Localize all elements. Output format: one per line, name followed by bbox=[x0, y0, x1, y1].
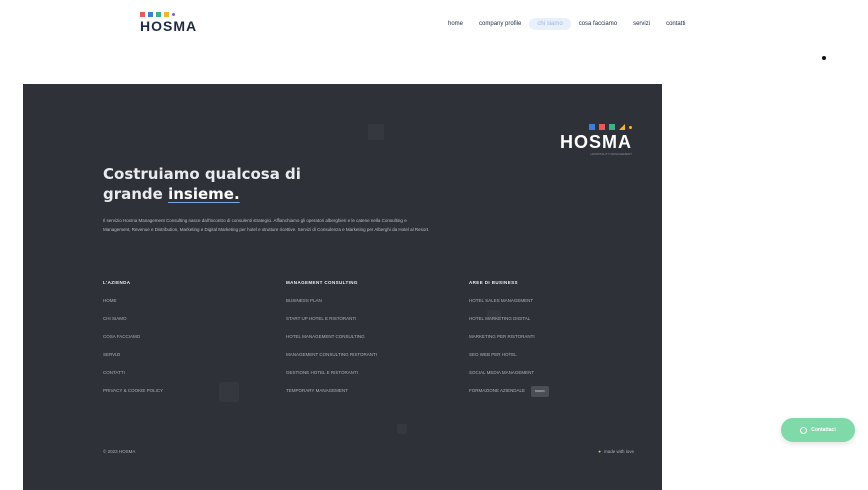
chat-button-label: Contattaci bbox=[811, 427, 836, 433]
footer-link[interactable]: SERVIZI bbox=[103, 350, 283, 368]
footer-link[interactable]: HOTEL SALES MANAGEMENT bbox=[469, 296, 649, 314]
made-with-label: made with love bbox=[603, 449, 634, 454]
logo-wordmark: HOSMA bbox=[140, 18, 198, 34]
footer-link[interactable]: PRIVACY & COOKIE POLICY bbox=[103, 386, 283, 404]
decorative-square bbox=[368, 124, 384, 140]
footer-link[interactable]: MARKETING PER RISTORANTI bbox=[469, 332, 649, 350]
footer-column-management: MANAGEMENT CONSULTING BUSINESS PLAN STAR… bbox=[286, 280, 466, 404]
footer-logo-dots bbox=[557, 122, 632, 132]
chat-bubble-icon bbox=[800, 426, 808, 434]
footer-logo-tagline: HOSPITALITY MANAGEMENT bbox=[590, 152, 632, 156]
logo-dots bbox=[140, 10, 200, 18]
new-badge: nuovo bbox=[531, 386, 549, 397]
footer-link[interactable]: COSA FACCIAMO bbox=[103, 332, 283, 350]
nav-item-contatti[interactable]: contatti bbox=[658, 18, 693, 30]
column-title: AREE DI BUSINESS bbox=[469, 280, 518, 285]
nav-item-company-profile[interactable]: company profile bbox=[471, 18, 529, 30]
footer-link[interactable]: CHI SIAMO bbox=[103, 314, 283, 332]
headline-line-2: grande insieme. bbox=[103, 184, 301, 204]
footer-link[interactable]: FORMAZIONE AZIENDALE nuovo bbox=[469, 386, 649, 404]
footer-link-label: FORMAZIONE AZIENDALE bbox=[469, 388, 526, 393]
menu-dot-icon[interactable] bbox=[822, 56, 826, 60]
site-logo[interactable]: HOSMA bbox=[140, 10, 200, 38]
headline-line-1: Costruiamo qualcosa di bbox=[103, 165, 301, 183]
footer-headline: Costruiamo qualcosa di grande insieme. bbox=[103, 164, 301, 204]
headline-emphasis: insieme. bbox=[168, 185, 240, 203]
site-footer: HOSMA HOSPITALITY MANAGEMENT Costruiamo … bbox=[23, 84, 662, 490]
footer-link[interactable]: HOTEL MANAGEMENT CONSULTING bbox=[286, 332, 466, 350]
nav-item-servizi[interactable]: servizi bbox=[625, 18, 658, 30]
column-title: MANAGEMENT CONSULTING bbox=[286, 280, 358, 285]
site-header: HOSMA home company profile chi siamo cos… bbox=[0, 0, 868, 50]
footer-description: Il servizio Hosma Management Consulting … bbox=[103, 218, 430, 232]
main-nav: home company profile chi siamo cosa facc… bbox=[440, 18, 693, 30]
footer-link[interactable]: GESTIONE HOTEL E RISTORANTI bbox=[286, 368, 466, 386]
footer-link[interactable]: CONTATTI bbox=[103, 368, 283, 386]
copyright-text: © 2023 HOSMA bbox=[103, 449, 136, 454]
footer-link[interactable]: BUSINESS PLAN bbox=[286, 296, 466, 314]
made-with-text: ● made with love bbox=[598, 449, 634, 454]
footer-link[interactable]: SOCIAL MEDIA MANAGEMENT bbox=[469, 368, 649, 386]
headline-prefix: grande bbox=[103, 185, 169, 203]
nav-item-cosa-facciamo[interactable]: cosa facciamo bbox=[571, 18, 625, 30]
nav-item-chi-siamo[interactable]: chi siamo bbox=[529, 18, 571, 30]
footer-column-aree: AREE DI BUSINESS HOTEL SALES MANAGEMENT … bbox=[469, 280, 649, 404]
decorative-square bbox=[397, 424, 407, 434]
footer-column-azienda: L'AZIENDA HOME CHI SIAMO COSA FACCIAMO S… bbox=[103, 280, 283, 404]
footer-link[interactable]: HOTEL MARKETING DIGITAL bbox=[469, 314, 649, 332]
nav-item-home[interactable]: home bbox=[440, 18, 471, 30]
footer-link[interactable]: HOME bbox=[103, 296, 283, 314]
footer-logo: HOSMA HOSPITALITY MANAGEMENT bbox=[557, 122, 632, 158]
footer-link[interactable]: START UP HOTEL E RISTORANTI bbox=[286, 314, 466, 332]
chat-button[interactable]: Contattaci bbox=[781, 418, 855, 442]
footer-logo-wordmark: HOSMA bbox=[560, 132, 632, 152]
footer-link[interactable]: SEO WEB PER HOTEL bbox=[469, 350, 649, 368]
column-title: L'AZIENDA bbox=[103, 280, 131, 285]
footer-link[interactable]: MANAGEMENT CONSULTING RISTORANTI bbox=[286, 350, 466, 368]
heart-icon: ● bbox=[598, 449, 601, 454]
footer-link[interactable]: TEMPORARY MANAGEMENT bbox=[286, 386, 466, 404]
